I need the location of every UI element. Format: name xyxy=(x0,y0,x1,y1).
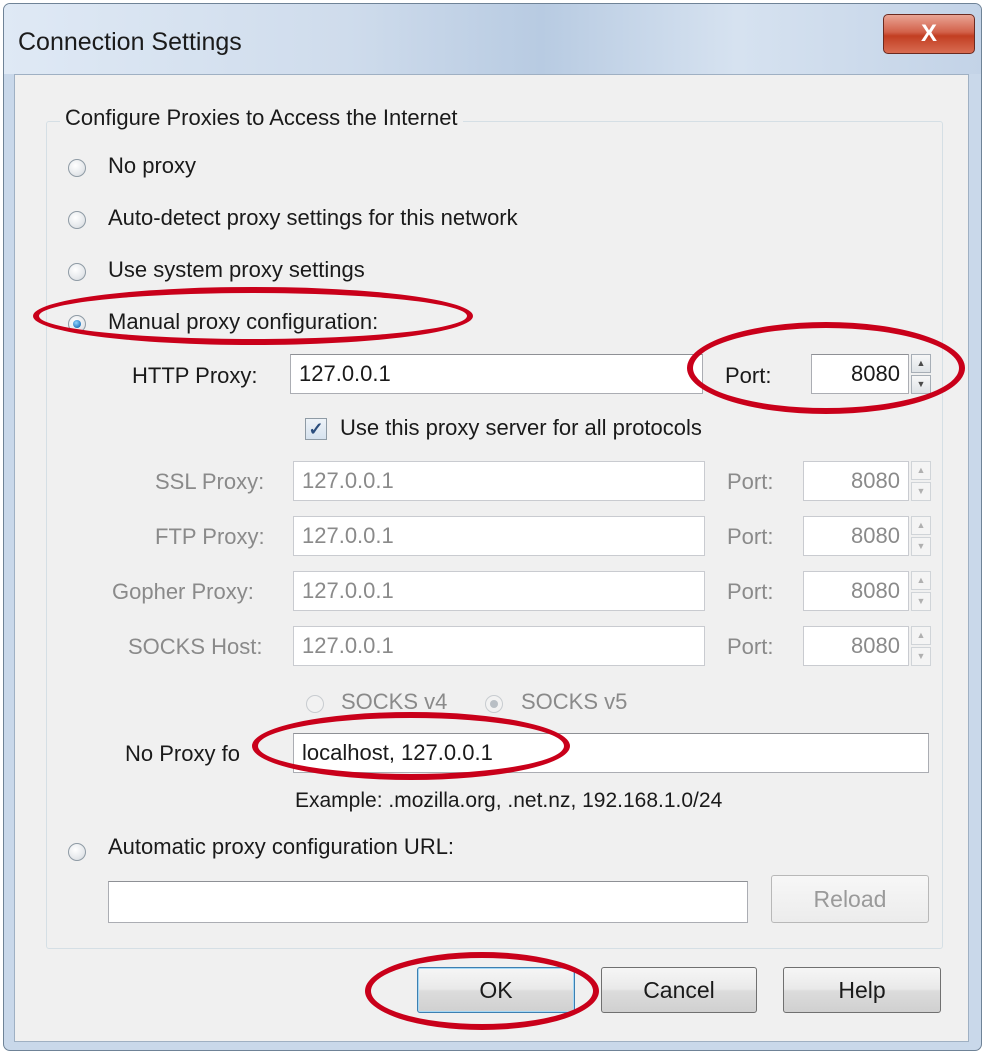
spin-up-icon[interactable]: ▲ xyxy=(911,461,931,480)
ssl-port-label: Port: xyxy=(727,469,774,494)
auto-config-url-label[interactable]: Automatic proxy configuration URL: xyxy=(108,834,454,860)
ssl-proxy-label: SSL Proxy: xyxy=(155,469,265,494)
ftp-port-label: Port: xyxy=(727,524,774,549)
spin-up-icon[interactable]: ▲ xyxy=(911,626,931,645)
http-proxy-input[interactable]: 127.0.0.1 xyxy=(290,354,703,394)
ssl-port-spinner[interactable]: ▲ ▼ xyxy=(911,461,931,501)
close-icon: X xyxy=(920,20,937,47)
gopher-port-label: Port: xyxy=(727,579,774,604)
auto-detect-label[interactable]: Auto-detect proxy settings for this netw… xyxy=(108,205,518,231)
socks-v4-radio[interactable] xyxy=(306,695,324,713)
title-bar: Connection Settings X xyxy=(4,4,981,74)
gopher-port-spinner[interactable]: ▲ ▼ xyxy=(911,571,931,611)
socks-host-input[interactable]: 127.0.0.1 xyxy=(293,626,705,666)
spin-up-icon[interactable]: ▲ xyxy=(911,354,931,373)
auto-detect-radio[interactable] xyxy=(68,211,86,229)
dialog-body: Configure Proxies to Access the Internet… xyxy=(14,74,969,1042)
gopher-proxy-label: Gopher Proxy: xyxy=(112,579,254,604)
manual-proxy-label[interactable]: Manual proxy configuration: xyxy=(108,309,378,335)
spin-down-icon[interactable]: ▼ xyxy=(911,647,931,666)
http-port-input[interactable]: 8080 xyxy=(811,354,909,394)
ftp-port-input[interactable]: 8080 xyxy=(803,516,909,556)
socks-v5-label[interactable]: SOCKS v5 xyxy=(521,689,627,715)
gopher-port-input[interactable]: 8080 xyxy=(803,571,909,611)
http-proxy-label: HTTP Proxy: xyxy=(132,363,258,388)
ftp-proxy-label: FTP Proxy: xyxy=(155,524,265,549)
ssl-port-input[interactable]: 8080 xyxy=(803,461,909,501)
ssl-proxy-input[interactable]: 127.0.0.1 xyxy=(293,461,705,501)
help-button[interactable]: Help xyxy=(783,967,941,1013)
socks-port-spinner[interactable]: ▲ ▼ xyxy=(911,626,931,666)
socks-port-input[interactable]: 8080 xyxy=(803,626,909,666)
spin-down-icon[interactable]: ▼ xyxy=(911,537,931,556)
spin-down-icon[interactable]: ▼ xyxy=(911,482,931,501)
auto-config-url-input[interactable] xyxy=(108,881,748,923)
no-proxy-for-label: No Proxy fo xyxy=(125,741,240,766)
ftp-port-spinner[interactable]: ▲ ▼ xyxy=(911,516,931,556)
http-port-spinner[interactable]: ▲ ▼ xyxy=(911,354,931,394)
group-legend: Configure Proxies to Access the Internet xyxy=(60,105,463,131)
cancel-button[interactable]: Cancel xyxy=(601,967,757,1013)
use-for-all-checkbox[interactable]: ✓ xyxy=(305,418,327,440)
close-button[interactable]: X xyxy=(883,14,975,54)
no-proxy-radio[interactable] xyxy=(68,159,86,177)
socks-port-label: Port: xyxy=(727,634,774,659)
connection-settings-dialog: Connection Settings X Configure Proxies … xyxy=(3,3,982,1051)
gopher-proxy-input[interactable]: 127.0.0.1 xyxy=(293,571,705,611)
system-proxy-label[interactable]: Use system proxy settings xyxy=(108,257,365,283)
system-proxy-radio[interactable] xyxy=(68,263,86,281)
auto-config-url-radio[interactable] xyxy=(68,843,86,861)
no-proxy-label[interactable]: No proxy xyxy=(108,153,196,179)
socks-v4-label[interactable]: SOCKS v4 xyxy=(341,689,447,715)
spin-down-icon[interactable]: ▼ xyxy=(911,592,931,611)
spin-down-icon[interactable]: ▼ xyxy=(911,375,931,394)
ok-button[interactable]: OK xyxy=(417,967,575,1013)
http-port-label: Port: xyxy=(725,363,772,388)
ftp-proxy-input[interactable]: 127.0.0.1 xyxy=(293,516,705,556)
socks-host-label: SOCKS Host: xyxy=(128,634,263,659)
manual-proxy-radio[interactable] xyxy=(68,315,86,333)
reload-button[interactable]: Reload xyxy=(771,875,929,923)
socks-v5-radio[interactable] xyxy=(485,695,503,713)
no-proxy-example: Example: .mozilla.org, .net.nz, 192.168.… xyxy=(295,789,723,812)
spin-up-icon[interactable]: ▲ xyxy=(911,571,931,590)
window-title: Connection Settings xyxy=(18,28,242,56)
use-for-all-label[interactable]: Use this proxy server for all protocols xyxy=(340,415,702,441)
spin-up-icon[interactable]: ▲ xyxy=(911,516,931,535)
no-proxy-for-input[interactable]: localhost, 127.0.0.1 xyxy=(293,733,929,773)
